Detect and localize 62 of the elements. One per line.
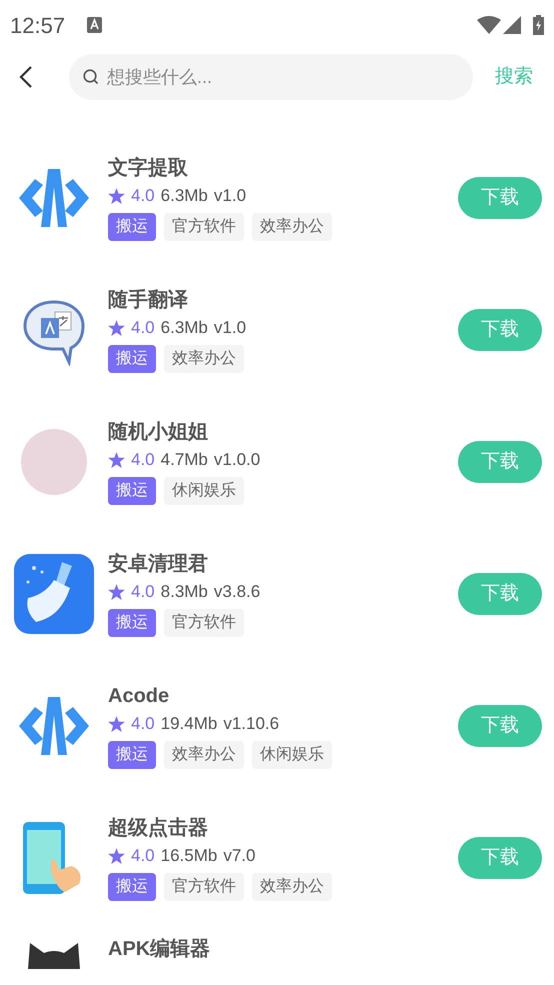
category-tag: 官方软件: [164, 213, 244, 241]
star-icon: [108, 848, 125, 864]
download-button[interactable]: 下载: [458, 837, 542, 879]
status-time: 12:57: [10, 12, 66, 40]
category-tag: 效率办公: [252, 873, 332, 901]
star-icon: [108, 452, 125, 468]
app-version: v3.8.6: [214, 581, 260, 603]
app-version: v7.0: [223, 845, 256, 867]
app-version: v1.10.6: [223, 713, 280, 735]
app-name: 超级点击器: [108, 816, 209, 841]
star-icon: [108, 584, 125, 600]
source-tag: 搬运: [108, 345, 156, 373]
source-tag: 搬运: [108, 213, 156, 241]
download-button[interactable]: 下载: [458, 705, 542, 747]
app-name: 随手翻译: [108, 288, 189, 313]
app-version: v1.0.0: [214, 449, 260, 471]
keyboard-notification-icon: [87, 17, 102, 33]
star-icon: [108, 716, 125, 732]
category-tag: 效率办公: [252, 213, 332, 241]
app-size: 4.7Mb: [160, 449, 208, 471]
app-name: 随机小姐姐: [108, 420, 209, 445]
category-tag: 效率办公: [164, 345, 244, 373]
rating: 4.0: [131, 581, 155, 603]
rating: 4.0: [131, 185, 155, 207]
category-tag: 休闲娱乐: [252, 741, 332, 769]
app-version: v1.0: [214, 185, 246, 207]
download-button[interactable]: 下载: [458, 441, 542, 483]
app-size: 16.5Mb: [160, 845, 218, 867]
source-tag: 搬运: [108, 741, 156, 769]
source-tag: 搬运: [108, 609, 156, 637]
app-name: APK编辑器: [108, 936, 212, 962]
download-button[interactable]: 下载: [458, 309, 542, 351]
app-name: Acode: [108, 684, 170, 709]
app-size: 19.4Mb: [160, 713, 218, 735]
app-size: 8.3Mb: [160, 581, 208, 603]
download-button[interactable]: 下载: [458, 177, 542, 219]
app-version: v1.0: [214, 317, 246, 339]
search-field[interactable]: 想搜些什么...: [69, 54, 473, 100]
category-tag: 官方软件: [164, 873, 244, 901]
category-tag: 官方软件: [164, 609, 244, 637]
rating: 4.0: [131, 317, 155, 339]
star-icon: [108, 188, 125, 204]
category-tag: 效率办公: [164, 741, 244, 769]
rating: 4.0: [131, 449, 155, 471]
category-tag: 休闲娱乐: [164, 477, 244, 505]
star-icon: [108, 320, 125, 336]
download-button[interactable]: 下载: [458, 573, 542, 615]
search-icon: [83, 69, 99, 85]
signal-icon: [503, 16, 521, 34]
app-size: 6.3Mb: [160, 317, 208, 339]
rating: 4.0: [131, 713, 155, 735]
search-button[interactable]: 搜索: [495, 62, 533, 92]
wifi-icon: [477, 16, 501, 34]
broom-icon: [14, 554, 94, 634]
app-name: 文字提取: [108, 156, 189, 181]
battery-charging-icon: [533, 15, 544, 35]
rating: 4.0: [131, 845, 155, 867]
app-size: 6.3Mb: [160, 185, 208, 207]
app-name: 安卓清理君: [108, 552, 209, 577]
source-tag: 搬运: [108, 477, 156, 505]
back-icon[interactable]: [19, 66, 33, 88]
source-tag: 搬运: [108, 873, 156, 901]
